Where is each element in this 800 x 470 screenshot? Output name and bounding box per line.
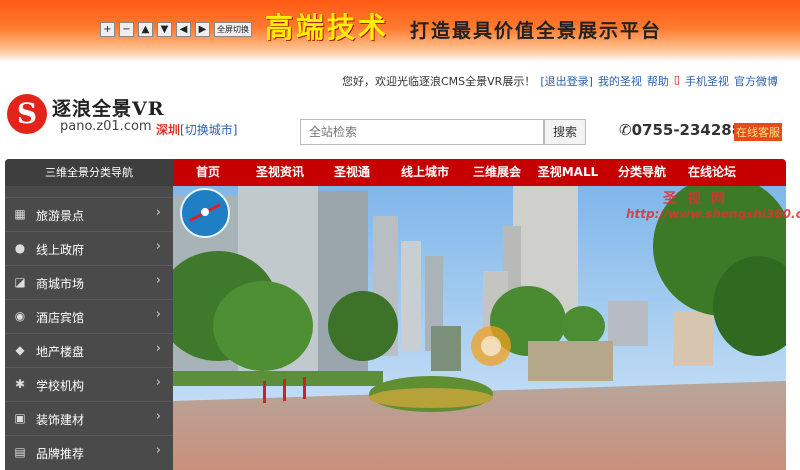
map-icon: ▦: [14, 207, 26, 221]
help-link[interactable]: 帮助: [647, 73, 669, 89]
chevron-right-icon: ›: [155, 273, 161, 288]
fullscreen-toggle-button[interactable]: 全屏切换: [214, 22, 252, 37]
sidebar-item-hotel[interactable]: ◉ 酒店宾馆 ›: [5, 299, 173, 334]
sidebar-item-label: 旅游景点: [36, 209, 85, 223]
mobile-link[interactable]: 手机圣视: [685, 73, 729, 89]
sidebar-item-label: 酒店宾馆: [36, 311, 85, 325]
user-icon: ●: [14, 241, 26, 255]
search-button[interactable]: 搜索: [544, 119, 586, 145]
pan-left-button[interactable]: ◀: [176, 22, 191, 37]
nav-item-3d-expo[interactable]: 三维展会: [465, 159, 529, 186]
school-icon: ✱: [14, 377, 26, 391]
phone-icon: ✆: [619, 121, 632, 139]
mobile-icon: ▯: [673, 73, 680, 86]
chevron-right-icon: ›: [155, 205, 161, 220]
online-service-button[interactable]: 在线客服: [734, 123, 782, 141]
sidebar-item-market[interactable]: ◪ 商城市场 ›: [5, 265, 173, 300]
zoom-out-button[interactable]: −: [119, 22, 134, 37]
sidebar-item-label: 线上政府: [36, 243, 85, 257]
logout-link[interactable]: [退出登录]: [540, 73, 593, 89]
nav-item-online-city[interactable]: 线上城市: [393, 159, 457, 186]
slogan-main: 高端技术: [265, 11, 390, 44]
chevron-right-icon: ›: [155, 341, 161, 356]
compass-hub: [201, 208, 209, 216]
sidebar-item-label: 商城市场: [36, 277, 85, 291]
logo-url: pano.z01.com: [60, 119, 152, 134]
panorama-viewer[interactable]: [173, 186, 786, 470]
welcome-text: 您好，欢迎光临逐浪CMS全景VR展示！: [342, 75, 536, 88]
sidebar-item-label: 学校机构: [36, 379, 85, 393]
brush-icon: ▣: [14, 411, 26, 425]
sidebar-item-government[interactable]: ● 线上政府 ›: [5, 231, 173, 266]
sidebar-item-tourism[interactable]: ▦ 旅游景点 ›: [5, 197, 173, 232]
top-links: 您好，欢迎光临逐浪CMS全景VR展示！ [退出登录] 我的圣视 帮助 ▯ 手机圣…: [342, 73, 778, 89]
watermark-url: http://www.shengshi360.com: [626, 207, 800, 221]
chevron-right-icon: ›: [155, 307, 161, 322]
cart-icon: ◪: [14, 275, 26, 289]
sidebar-item-label: 品牌推荐: [36, 447, 85, 461]
nav-item-shengshitong[interactable]: 圣视通: [327, 159, 377, 186]
nav-item-category[interactable]: 分类导航: [610, 159, 674, 186]
chevron-right-icon: ›: [155, 409, 161, 424]
switch-city-link[interactable]: [切换城市]: [180, 123, 237, 137]
nav-item-mall[interactable]: 圣视MALL: [535, 159, 601, 186]
panorama-scene: [173, 186, 786, 470]
slogan-sub: 打造最具价值全景展示平台: [410, 20, 663, 42]
nav-item-forum[interactable]: 在线论坛: [680, 159, 744, 186]
chevron-right-icon: ›: [155, 443, 161, 458]
my-account-link[interactable]: 我的圣视: [598, 73, 642, 89]
chevron-right-icon: ›: [155, 375, 161, 390]
building-icon: ◆: [15, 343, 25, 357]
pan-right-button[interactable]: ▶: [195, 22, 210, 37]
nav-item-news[interactable]: 圣视资讯: [248, 159, 312, 186]
search-input[interactable]: [300, 119, 544, 145]
nav-item-home[interactable]: 首页: [186, 159, 230, 186]
zoom-in-button[interactable]: +: [100, 22, 115, 37]
sidebar-item-school[interactable]: ✱ 学校机构 ›: [5, 367, 173, 402]
logo-text[interactable]: 逐浪全景VR: [52, 94, 165, 121]
category-nav-title: 三维全景分类导航: [5, 159, 173, 186]
current-city: 深圳: [156, 123, 181, 137]
pan-up-button[interactable]: ▲: [138, 22, 153, 37]
tag-icon: ▤: [14, 445, 26, 459]
chevron-right-icon: ›: [155, 239, 161, 254]
compass-icon[interactable]: [180, 188, 230, 238]
watermark-title: 圣视网: [663, 191, 735, 207]
sidebar-item-label: 装饰建材: [36, 413, 85, 427]
viewer-controls: + − ▲ ▼ ◀ ▶ 全屏切换: [100, 22, 252, 37]
sidebar-item-decoration[interactable]: ▣ 装饰建材 ›: [5, 401, 173, 436]
weibo-link[interactable]: 官方微博: [734, 73, 778, 89]
pan-down-button[interactable]: ▼: [157, 22, 172, 37]
sidebar-item-brand[interactable]: ▤ 品牌推荐 ›: [5, 435, 173, 470]
logo-icon[interactable]: S: [7, 94, 47, 134]
city-selector: 深圳[切换城市]: [156, 121, 237, 138]
sidebar-item-realestate[interactable]: ◆ 地产楼盘 ›: [5, 333, 173, 368]
sidebar-item-label: 地产楼盘: [36, 345, 85, 359]
bed-icon: ◉: [14, 309, 26, 323]
